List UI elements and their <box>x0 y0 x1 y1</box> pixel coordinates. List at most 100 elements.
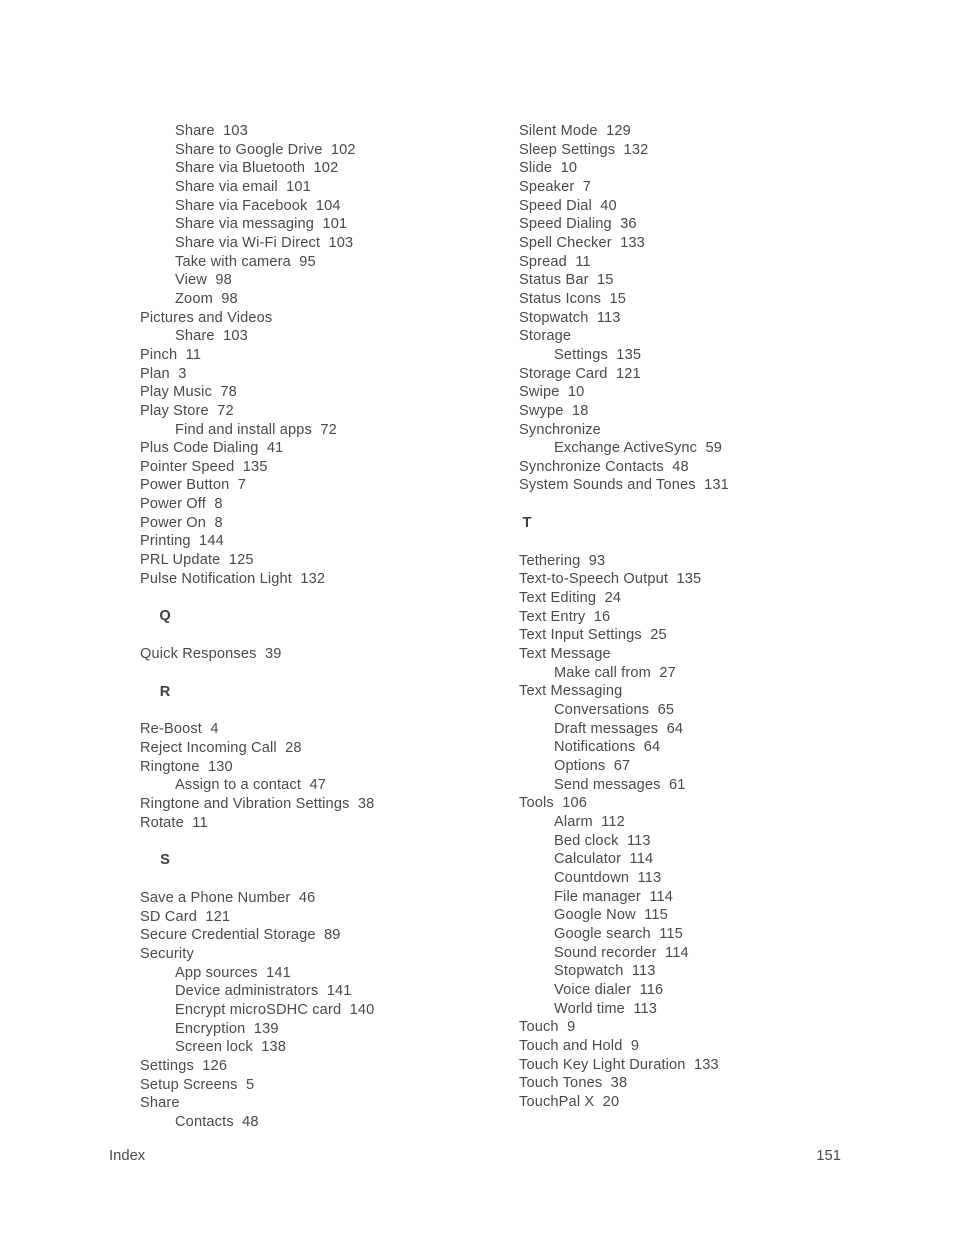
index-entry: Share <box>140 1095 180 1112</box>
index-entry: Pointer Speed 135 <box>140 458 268 475</box>
index-entry: Save a Phone Number 46 <box>140 889 316 906</box>
page-footer: Index 151 <box>109 1148 841 1164</box>
index-entry: View 98 <box>175 272 232 289</box>
index-entry: Storage <box>519 328 572 345</box>
index-entry: Notifications 64 <box>554 739 661 756</box>
index-entry: Power Off 8 <box>140 496 223 513</box>
index-entry: Text Input Settings 25 <box>519 627 667 644</box>
index-entry: Calculator 114 <box>554 851 654 868</box>
index-page: Share 103 Share to Google Drive 102 Share … <box>0 0 954 1235</box>
footer-label: Index <box>109 1148 146 1164</box>
index-entry: Power Button 7 <box>140 477 247 494</box>
index-entry: File manager 114 <box>554 888 674 905</box>
index-entry: Options 67 <box>554 758 631 774</box>
index-entry: Reject Incoming Call 28 <box>140 740 302 757</box>
index-entry: Play Music 78 <box>140 384 237 401</box>
index-entry: Share via messaging 101 <box>175 216 348 233</box>
index-entry: Google Now 115 <box>554 907 668 924</box>
index-entry: Text Messaging <box>519 683 623 700</box>
index-entry: Text Editing 24 <box>519 590 622 607</box>
section-letter-heading: S <box>160 852 170 869</box>
index-entry: Tethering 93 <box>519 552 606 569</box>
index-entry: Google search 115 <box>554 925 683 942</box>
index-entry: Settings 135 <box>554 346 642 363</box>
index-entry: Make call from 27 <box>554 664 676 681</box>
index-column-left: Share 103 Share to Google Drive 102 Share … <box>140 122 470 1132</box>
index-entry: SD Card 121 <box>140 908 231 925</box>
index-entry: Voice dialer 116 <box>554 981 664 998</box>
index-entry: Share 103 <box>175 328 248 345</box>
index-entry: TouchPal X 20 <box>519 1093 620 1110</box>
page-number: 151 <box>816 1148 841 1164</box>
index-entry: Speaker 7 <box>519 178 592 195</box>
index-entry: Printing 144 <box>140 533 224 550</box>
index-entry: Text-to-Speech Output 135 <box>519 571 702 588</box>
index-entry: Ringtone and Vibration Settings 38 <box>140 796 375 812</box>
index-entry: Silent Mode 129 <box>519 123 631 139</box>
index-entry: Encryption 139 <box>175 1020 279 1037</box>
index-entry: Ringtone 130 <box>140 758 233 775</box>
index-entry: Share 103 <box>175 123 248 139</box>
index-entry: Slide 10 <box>519 160 578 177</box>
index-entry: Swype 18 <box>519 402 589 419</box>
index-entry: Spread 11 <box>519 253 591 270</box>
index-entry: Tools 106 <box>519 795 587 812</box>
index-entry: Speed Dial 40 <box>519 197 617 214</box>
index-entry: Screen lock 138 <box>175 1039 287 1056</box>
index-entry: Stopwatch 113 <box>519 309 621 326</box>
index-entry: Setup Screens 5 <box>140 1076 255 1093</box>
index-entry: Share via Wi-Fi Direct 103 <box>175 234 354 251</box>
index-entry: Secure Credential Storage 89 <box>140 927 341 944</box>
index-entry: Encrypt microSDHC card 140 <box>175 1001 375 1018</box>
index-entry: Countdown 113 <box>554 869 662 886</box>
index-entry: Touch Tones 38 <box>519 1075 628 1092</box>
index-entry: PRL Update 125 <box>140 552 254 569</box>
index-entry: Send messages 61 <box>554 776 686 793</box>
index-entry: Quick Responses 39 <box>140 646 282 663</box>
index-entry: Status Icons 15 <box>519 290 626 307</box>
section-letter-heading: T <box>522 515 532 532</box>
index-entry: Storage Card 121 <box>519 365 641 382</box>
index-entry: Bed clock 113 <box>554 832 651 849</box>
index-entry: Synchronize Contacts 48 <box>519 458 689 475</box>
index-entry: Device administrators 141 <box>175 983 352 1000</box>
index-entry: Contacts 48 <box>175 1113 259 1130</box>
index-entry: Touch Key Light Duration 133 <box>519 1056 719 1073</box>
index-entry: Text Message <box>519 646 611 663</box>
index-entry: Settings 126 <box>140 1057 228 1074</box>
index-entry: Plus Code Dialing 41 <box>140 440 284 457</box>
index-entry: Conversations 65 <box>554 702 675 719</box>
index-entry: Stopwatch 113 <box>554 963 656 980</box>
index-entry: Draft messages 64 <box>554 720 684 737</box>
index-entry: Sound recorder 114 <box>554 944 689 961</box>
index-entry: Swipe 10 <box>519 384 585 401</box>
index-entry: Share to Google Drive 102 <box>175 141 356 158</box>
index-entry: Rotate 11 <box>140 814 208 831</box>
index-entry: Zoom 98 <box>175 290 238 307</box>
index-entry: Status Bar 15 <box>519 272 614 289</box>
index-entry: Touch and Hold 9 <box>519 1037 640 1054</box>
index-entry: Share via Facebook 104 <box>175 197 341 214</box>
index-entry: Sleep Settings 132 <box>519 141 649 158</box>
index-entry: Exchange ActiveSync 59 <box>554 440 723 457</box>
index-entry: System Sounds and Tones 131 <box>519 477 729 494</box>
index-entry: Pulse Notification Light 132 <box>140 570 326 587</box>
index-entry: Pictures and Videos <box>140 309 273 326</box>
index-entry: Share via Bluetooth 102 <box>175 160 339 177</box>
index-entry: Pinch 11 <box>140 346 202 363</box>
index-entry: Share via email 101 <box>175 178 311 195</box>
index-entry: Spell Checker 133 <box>519 234 645 251</box>
index-entry: Assign to a contact 47 <box>175 777 327 794</box>
index-entry: App sources 141 <box>175 964 291 981</box>
index-entry: Re-Boost 4 <box>140 721 219 738</box>
index-entry: Plan 3 <box>140 365 187 382</box>
index-entry: Play Store 72 <box>140 402 234 419</box>
index-entry: Touch 9 <box>519 1019 576 1036</box>
